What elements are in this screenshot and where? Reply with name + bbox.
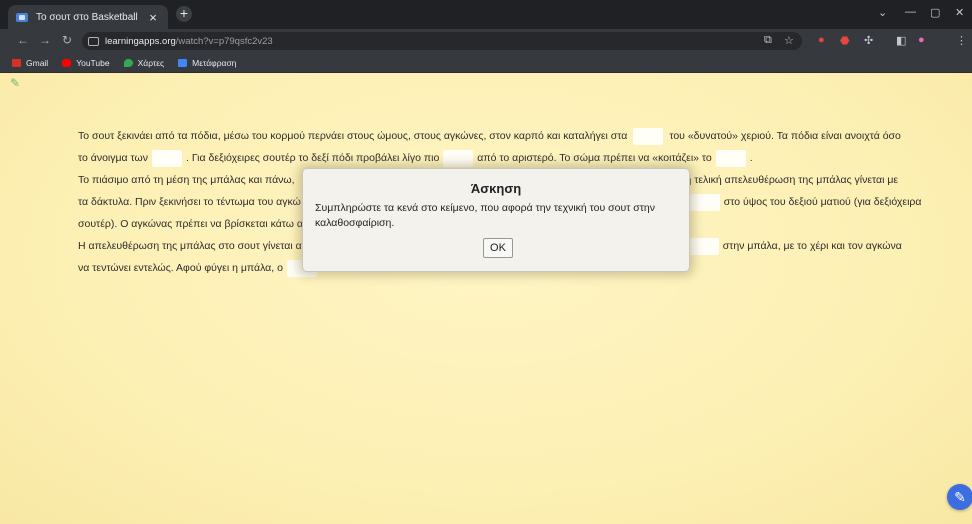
text-segment: στην μπάλα, με το χέρι και τον αγκώνα: [722, 240, 902, 252]
bookmark-maps[interactable]: Χάρτες: [123, 57, 165, 68]
text-segment: του «δυνατού» χεριού. Τα πόδια είναι ανο…: [669, 130, 901, 142]
extensions-icon[interactable]: ✣: [864, 34, 873, 47]
adblock-icon[interactable]: ⬣: [840, 34, 850, 47]
tab-title: Το σουτ στο Basketball: [36, 11, 138, 23]
bookmark-label: Χάρτες: [137, 57, 165, 68]
url-path: /watch?v=p79qsfc2v23: [175, 35, 273, 47]
text-segment: . Για δεξιόχειρες σουτέρ το δεξί πόδι πρ…: [185, 152, 440, 164]
url-host: learningapps.org: [105, 35, 176, 47]
browser-toolbar: ← → ↻ learningapps.org /watch?v=p79qsfc2…: [0, 29, 972, 53]
close-window-icon[interactable]: ✕: [955, 6, 964, 19]
text-segment: σουτέρ). Ο αγκώνας πρέπει να βρίσκεται κ…: [78, 218, 303, 230]
profile-avatar-icon[interactable]: ●: [918, 34, 925, 46]
text-segment: το άνοιγμα των: [78, 152, 148, 164]
text-segment: να τεντώνει εντελώς. Αφού φύγει η μπάλα,…: [78, 262, 283, 274]
menu-icon[interactable]: ⋮: [956, 34, 967, 47]
translate-icon: [178, 58, 188, 67]
tab-close-icon[interactable]: ×: [146, 10, 160, 25]
back-icon[interactable]: ←: [16, 33, 30, 47]
text-segment: τα δάκτυλα. Πριν ξεκινήσει το τέντωμα το…: [78, 196, 301, 208]
text-line: το άνοιγμα των . Για δεξιόχειρες σουτέρ τ…: [78, 147, 938, 169]
learningapps-favicon-icon: [16, 12, 28, 22]
blank-input[interactable]: [689, 193, 720, 211]
dialog-title: Άσκηση: [470, 181, 522, 196]
ok-button[interactable]: OK: [483, 238, 513, 258]
check-edit-icon[interactable]: ✎: [947, 484, 972, 510]
cast-icon[interactable]: ⧉: [764, 34, 772, 47]
bookmark-label: Gmail: [26, 57, 49, 68]
maps-icon: [123, 58, 133, 67]
instructions-dialog: Άσκηση Συμπληρώστε τα κενά στο κείμενο, …: [302, 168, 690, 272]
gmail-icon: [12, 58, 21, 67]
side-panel-icon[interactable]: ◧: [896, 34, 906, 47]
blank-input[interactable]: [151, 149, 182, 167]
text-segment: από το αριστερό. Το σώμα πρέπει να «κοιτ…: [477, 152, 712, 164]
bookmarks-bar: Gmail YouTube Χάρτες Μετάφραση: [0, 53, 972, 73]
new-tab-button[interactable]: +: [176, 6, 192, 22]
forward-icon[interactable]: →: [38, 33, 52, 47]
tab-strip: Το σουτ στο Basketball × + ⌄ — ▢ ✕: [0, 0, 972, 29]
text-line: Το σουτ ξεκινάει από τα πόδια, μέσω του …: [78, 125, 938, 147]
bookmark-youtube[interactable]: YouTube: [62, 57, 110, 68]
tab-search-icon[interactable]: ⌄: [878, 6, 887, 19]
reload-icon[interactable]: ↻: [60, 33, 74, 47]
bookmark-label: Μετάφραση: [192, 57, 237, 68]
dialog-text: Συμπληρώστε τα κενά στο κείμενο, που αφο…: [315, 202, 656, 229]
bookmark-star-icon[interactable]: ☆: [784, 34, 794, 47]
site-info-icon[interactable]: [88, 36, 99, 46]
bookmark-gmail[interactable]: Gmail: [12, 58, 48, 68]
text-segment: στο ύψος του δεξιού ματιού (για δεξιόχει…: [723, 196, 922, 208]
blank-input[interactable]: [715, 149, 746, 167]
blank-input[interactable]: [633, 127, 664, 145]
text-segment: Το σουτ ξεκινάει από τα πόδια, μέσω του …: [78, 130, 628, 142]
text-segment: Το πιάσιμο από τη μέση της μπάλας και πά…: [78, 174, 298, 186]
extension-red-icon[interactable]: ●: [818, 34, 825, 46]
text-segment: Η απελευθέρωση της μπάλας στο σουτ γίνετ…: [78, 240, 302, 252]
minimize-icon[interactable]: —: [905, 6, 916, 18]
help-hint-icon[interactable]: ✎: [10, 76, 20, 90]
browser-tab[interactable]: Το σουτ στο Basketball ×: [8, 5, 168, 29]
blank-input[interactable]: [688, 237, 719, 255]
bookmark-label: YouTube: [76, 57, 110, 68]
text-segment: η τελική απελευθέρωση της μπάλας γίνεται…: [685, 174, 899, 186]
text-segment: .: [749, 152, 753, 164]
address-bar[interactable]: learningapps.org /watch?v=p79qsfc2v23: [82, 32, 802, 50]
blank-input[interactable]: [443, 149, 474, 167]
youtube-icon: [62, 58, 72, 67]
bookmark-translate[interactable]: Μετάφραση: [178, 58, 236, 68]
maximize-icon[interactable]: ▢: [930, 6, 940, 19]
